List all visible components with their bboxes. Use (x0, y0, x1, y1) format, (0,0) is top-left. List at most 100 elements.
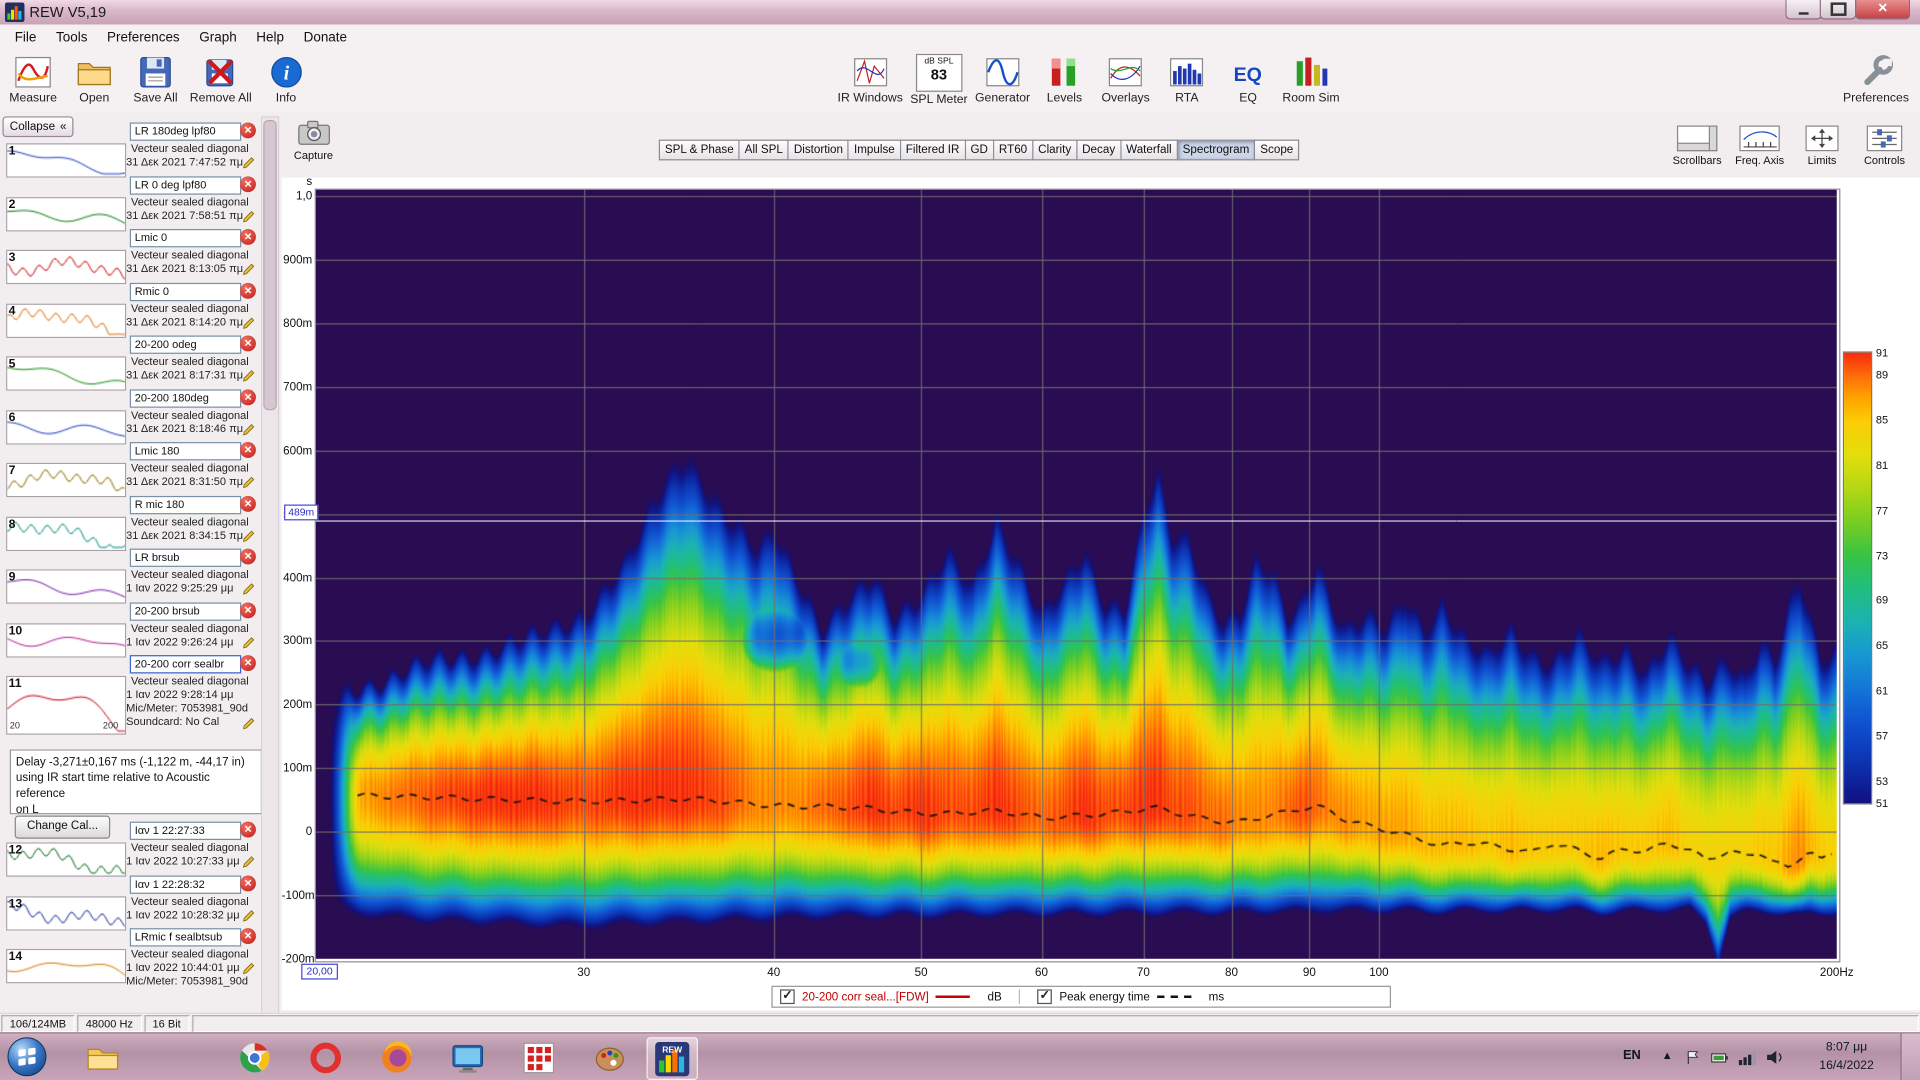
measurement-item[interactable]: 6 20-200 180deg ✕ Vecteur sealed diagonal 31… (0, 388, 260, 444)
close-measurement-button[interactable]: ✕ (239, 655, 256, 672)
sidebar-scrollbar-thumb[interactable] (263, 119, 277, 411)
tray-expand-icon[interactable]: ▲ (1662, 1049, 1673, 1061)
volume-icon[interactable] (1764, 1049, 1782, 1065)
toolbar-button-overlays[interactable]: Overlays (1095, 53, 1156, 107)
menu-help[interactable]: Help (247, 28, 294, 48)
measurement-item[interactable]: 3 Lmic 0 ✕ Vecteur sealed diagonal 31 Δεκ 20… (0, 228, 260, 285)
close-measurement-button[interactable]: ✕ (239, 548, 256, 565)
tab-gd[interactable]: GD (965, 139, 995, 161)
measurement-item[interactable]: 2 LR 0 deg lpf80 ✕ Vecteur sealed diagonal 3… (0, 175, 260, 231)
tab-decay[interactable]: Decay (1077, 139, 1122, 161)
measurement-item[interactable]: 5 20-200 odeg ✕ Vecteur sealed diagonal 31 Δ… (0, 335, 260, 391)
taskbar-app-explorer[interactable] (78, 1037, 127, 1077)
taskbar-app-chrome[interactable] (230, 1037, 279, 1077)
measurement-name-input[interactable]: Lmic 180 (129, 442, 242, 461)
toolbar-button-preferences[interactable]: Preferences (1839, 53, 1912, 105)
tab-impulse[interactable]: Impulse (849, 139, 901, 161)
change-cal-button[interactable]: Change Cal... (14, 815, 111, 839)
measurement-item[interactable]: 14 LRmic f sealbtsub ✕ Vecteur sealed diago… (0, 928, 260, 1016)
toolbar-button-room-sim[interactable]: Room Sim (1279, 53, 1344, 107)
toolbar-button-spl-meter[interactable]: dB SPL 83 SPL Meter (907, 53, 972, 107)
measurement-item[interactable]: 1 LR 180deg lpf80 ✕ Vecteur sealed diagonal… (0, 122, 260, 178)
toolbar-button-levels[interactable]: Levels (1034, 53, 1095, 107)
tab-scope[interactable]: Scope (1255, 139, 1300, 161)
measurement-name-input[interactable]: LR brsub (129, 548, 242, 567)
start-button[interactable] (6, 1036, 48, 1078)
close-measurement-button[interactable]: ✕ (239, 228, 256, 245)
edit-notes-icon[interactable] (242, 582, 255, 595)
measurement-item[interactable]: 10 20-200 brsub ✕ Vecteur sealed diagonal 1 … (0, 601, 260, 657)
taskbar-app-media-player[interactable] (443, 1037, 492, 1077)
graph-button-controls[interactable]: Controls (1856, 125, 1912, 167)
close-measurement-button[interactable]: ✕ (239, 388, 256, 405)
edit-notes-icon[interactable] (242, 315, 255, 329)
menu-file[interactable]: File (5, 28, 46, 48)
menu-graph[interactable]: Graph (189, 28, 246, 48)
series-checkbox[interactable]: ✓ (779, 989, 795, 1005)
spectrogram-canvas[interactable] (315, 189, 1837, 959)
minimize-button[interactable] (1785, 0, 1823, 20)
edit-notes-icon[interactable] (242, 369, 255, 382)
toolbar-button-generator[interactable]: Generator (971, 53, 1033, 107)
measurement-item[interactable]: 9 LR brsub ✕ Vecteur sealed diagonal 1 Ιαν 2… (0, 548, 260, 604)
sidebar-scrollbar[interactable] (260, 116, 280, 1033)
tab-distortion[interactable]: Distortion (788, 139, 850, 161)
language-indicator[interactable]: EN (1623, 1048, 1641, 1063)
tab-rt60[interactable]: RT60 (994, 139, 1034, 161)
tab-all-spl[interactable]: All SPL (739, 139, 789, 161)
close-measurement-button[interactable]: ✕ (239, 601, 256, 618)
measurement-name-input[interactable]: R mic 180 (129, 495, 242, 514)
edit-notes-icon[interactable] (242, 156, 255, 169)
toolbar-button-open[interactable]: Open (64, 53, 125, 105)
edit-notes-icon[interactable] (242, 475, 255, 489)
edit-notes-icon[interactable] (242, 209, 255, 222)
measurement-name-input[interactable]: Rmic 0 (129, 282, 242, 301)
toolbar-button-save-all[interactable]: Save All (125, 53, 186, 105)
measurement-name-input[interactable]: Ιαν 1 22:27:33 (129, 821, 242, 840)
close-measurement-button[interactable]: ✕ (239, 821, 256, 838)
edit-notes-icon[interactable] (242, 635, 255, 648)
edit-notes-icon[interactable] (242, 716, 255, 730)
series-checkbox[interactable]: ✓ (1037, 989, 1052, 1005)
measurement-name-input[interactable]: LR 0 deg lpf80 (129, 175, 242, 195)
measurement-name-input[interactable]: 20-200 180deg (129, 388, 242, 408)
tab-clarity[interactable]: Clarity (1033, 139, 1078, 161)
menu-donate[interactable]: Donate (294, 28, 357, 48)
tab-spectrogram[interactable]: Spectrogram (1177, 139, 1256, 161)
tab-waterfall[interactable]: Waterfall (1121, 139, 1178, 161)
toolbar-button-remove-all[interactable]: Remove All (186, 53, 255, 105)
measurement-name-input[interactable]: LRmic f sealbtsub (129, 928, 242, 947)
close-measurement-button[interactable]: ✕ (239, 495, 256, 512)
battery-icon[interactable] (1711, 1049, 1729, 1065)
taskbar-app-paint[interactable] (585, 1037, 634, 1077)
graph-button-freq-axis[interactable]: Freq. Axis (1731, 125, 1787, 167)
close-measurement-button[interactable]: ✕ (239, 442, 256, 458)
tab-filtered-ir[interactable]: Filtered IR (900, 139, 966, 161)
graph-button-scrollbars[interactable]: Scrollbars (1669, 125, 1725, 167)
measurement-item[interactable]: 11 20-200 corr sealbr ✕ Vecteur sealed diag… (0, 655, 260, 749)
measurement-name-input[interactable]: 20-200 corr sealbr (129, 655, 242, 674)
action-center-flag-icon[interactable] (1684, 1049, 1702, 1065)
show-desktop-button[interactable] (1900, 1033, 1920, 1080)
measurement-item[interactable]: 8 R mic 180 ✕ Vecteur sealed diagonal 31 Δεκ… (0, 495, 260, 551)
toolbar-button-info[interactable]: i Info (255, 53, 316, 105)
capture-button[interactable]: Capture (282, 120, 346, 162)
measurement-name-input[interactable]: Ιαν 1 22:28:32 (129, 874, 242, 894)
taskbar-app-firefox[interactable] (372, 1037, 421, 1077)
measurement-item[interactable]: 7 Lmic 180 ✕ Vecteur sealed diagonal 31 Δεκ … (0, 442, 260, 498)
clock[interactable]: 8:07 μμ 16/4/2022 (1800, 1038, 1893, 1075)
toolbar-button-measure[interactable]: Measure (2, 53, 63, 105)
close-button[interactable]: ✕ (1855, 0, 1911, 20)
taskbar-app-rew-active[interactable]: REW (646, 1037, 698, 1080)
edit-notes-icon[interactable] (242, 262, 255, 275)
taskbar-app-opera[interactable] (301, 1037, 350, 1077)
maximize-button[interactable] (1819, 0, 1857, 20)
taskbar-app-rew-grid[interactable] (514, 1037, 563, 1077)
close-measurement-button[interactable]: ✕ (239, 335, 256, 352)
measurement-item[interactable]: 13 Ιαν 1 22:28:32 ✕ Vecteur sealed diagonal… (0, 874, 260, 930)
menu-tools[interactable]: Tools (46, 28, 97, 48)
measurement-name-input[interactable]: Lmic 0 (129, 228, 242, 248)
edit-notes-icon[interactable] (242, 528, 255, 542)
toolbar-button-ir-windows[interactable]: IR Windows (834, 53, 907, 107)
close-measurement-button[interactable]: ✕ (239, 282, 256, 299)
